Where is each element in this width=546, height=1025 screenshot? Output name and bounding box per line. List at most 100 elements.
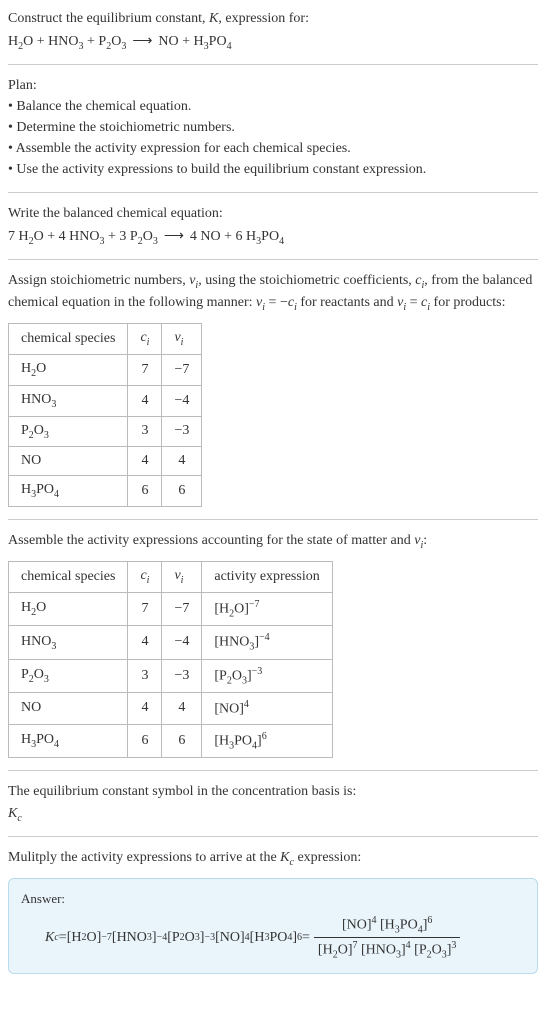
term: O] [86,930,101,946]
title-part1: Construct the equilibrium constant, [8,11,209,26]
term: [H [67,930,82,946]
text: expression: [294,850,361,865]
kc: K [45,930,54,946]
eq-o: O [23,34,33,49]
term: [P [414,943,426,958]
cell-species: NO [9,693,128,725]
cell-species: H2O [9,592,128,625]
sub: i [147,575,150,586]
coef: 4 [59,229,70,244]
eq-o: O [34,229,44,244]
eq-h2o: H [8,34,18,49]
sup: 3 [451,940,456,951]
eq-o: O [111,34,121,49]
eq-po: PO [261,229,279,244]
table-row: H3PO4 6 6 [9,476,202,507]
header-species: chemical species [9,561,128,592]
plan-label: Plan: [8,75,538,96]
sub: i [181,575,184,586]
answer-box: Answer: Kc = [H2O]−7 [HNO3]−4 [P2O3]−3 [… [8,878,538,974]
cell-activity: [H2O]−7 [202,592,332,625]
sp: NO [21,453,41,468]
coef: 4 [190,229,201,244]
cell-species: NO [9,447,128,476]
stoich-section: Assign stoichiometric numbers, νi, using… [8,270,538,508]
fraction: [NO]4 [H3PO4]6 [H2O]7 [HNO3]4 [P2O3]3 [314,915,460,961]
term: [P [167,930,179,946]
text: Mulitply the activity expressions to arr… [8,850,280,865]
balanced-equation: 7 H2O + 4 HNO3 + 3 P2O3⟶4 NO + 6 H3PO4 [8,228,538,247]
text: : [423,533,427,548]
title-part2: , expression for: [218,11,309,26]
sp: O [36,361,46,376]
cell-nui: −7 [162,354,202,385]
term: [H [250,930,265,946]
cell-ci: 4 [128,447,162,476]
sp: H [21,482,31,497]
sp: PO [36,482,54,497]
eq-o: O [143,229,153,244]
header-nui: νi [162,561,202,592]
sub: 4 [54,489,59,500]
header-activity: activity expression [202,561,332,592]
eq-plus: + [179,34,194,49]
header-species: chemical species [9,324,128,355]
divider [8,519,538,520]
denominator: [H2O]7 [HNO3]4 [P2O3]3 [314,937,460,960]
cell-ci: 4 [128,385,162,416]
cell-nui: −4 [162,385,202,416]
eq-p: P [130,229,138,244]
sub: 3 [44,429,49,440]
eq-plus: + [221,229,236,244]
eq-plus: + [33,34,48,49]
text: for reactants and [297,295,397,310]
sp: O [36,600,46,615]
title-text: Construct the equilibrium constant, K, e… [8,8,538,29]
table-row: H2O 7 −7 [H2O]−7 [9,592,333,625]
act: O] [234,601,249,616]
arrow-icon: ⟶ [126,34,158,49]
coef: 7 [8,229,19,244]
title-section: Construct the equilibrium constant, K, e… [8,8,538,52]
eq-no: NO [158,34,178,49]
eq-h: H [246,229,256,244]
plan-section: Plan: • Balance the chemical equation. •… [8,75,538,180]
plan-item: • Assemble the activity expression for e… [8,138,538,159]
header-ci: ci [128,561,162,592]
cell-nui: 6 [162,724,202,757]
cell-ci: 7 [128,592,162,625]
sp: H [21,361,31,376]
sup: −3 [252,666,263,677]
eq-plus: + [105,229,120,244]
text: Assemble the activity expressions accoun… [8,533,414,548]
answer-label: Answer: [21,891,525,907]
table-row: HNO3 4 −4 [9,385,202,416]
sub: 4 [54,739,59,750]
final-section: Mulitply the activity expressions to arr… [8,847,538,974]
term: O] [338,943,353,958]
table-row: H2O 7 −7 [9,354,202,385]
sup: 6 [262,731,267,742]
term: [NO] [215,930,245,946]
coef: 3 [119,229,130,244]
divider [8,192,538,193]
cell-ci: 3 [128,416,162,447]
cell-ci: 7 [128,354,162,385]
sp: PO [36,732,54,747]
act: PO [234,733,252,748]
eq-plus: + [84,34,99,49]
act: [P [214,668,226,683]
term: [NO] [342,917,372,932]
numerator: [NO]4 [H3PO4]6 [338,915,436,937]
cell-nui: 4 [162,447,202,476]
cell-nui: −3 [162,659,202,692]
eq-hno3: HNO [69,229,99,244]
sup: −7 [101,932,112,943]
cell-ci: 4 [128,626,162,659]
eq: = [302,930,310,946]
multiply-text: Mulitply the activity expressions to arr… [8,847,538,870]
sp: H [21,732,31,747]
cell-nui: −4 [162,626,202,659]
table-row: P2O3 3 −3 [P2O3]−3 [9,659,333,692]
cell-species: P2O3 [9,416,128,447]
